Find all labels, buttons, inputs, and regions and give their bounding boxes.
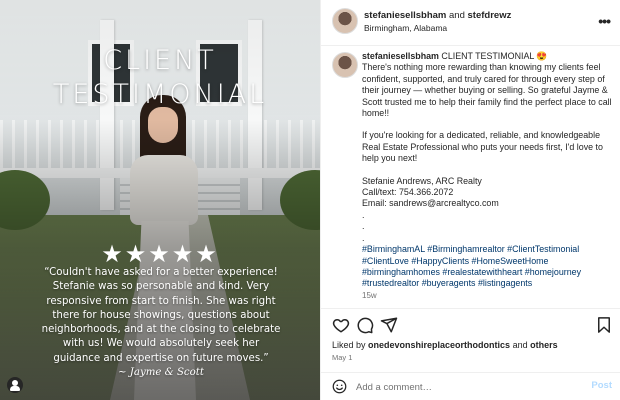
more-icon[interactable]: •••	[598, 13, 611, 29]
bookmark-icon[interactable]	[595, 316, 613, 334]
quote-signature: ~ Jayme & Scott	[118, 367, 204, 379]
image-title-line2: TESTIMONIAL	[52, 79, 268, 110]
likes-and: and	[510, 340, 531, 350]
rating-stars: ★★★★★	[101, 241, 219, 268]
comment-bar: Post	[321, 372, 620, 400]
liker-link[interactable]: onedevonshireplaceorthodontics	[368, 340, 510, 350]
emoji-icon[interactable]	[332, 379, 347, 394]
likes-prefix: Liked by	[332, 340, 369, 350]
quote-text: “Couldn't have asked for a better experi…	[41, 267, 281, 364]
image-title-line1: CLIENT	[103, 45, 217, 76]
share-icon[interactable]	[380, 316, 398, 334]
caption-dot: .	[362, 221, 365, 232]
post-panel: stefaniesellsbham and stefdrewz Birmingh…	[320, 0, 620, 400]
author-joiner: and	[446, 10, 468, 21]
avatar[interactable]	[332, 52, 358, 78]
caption-text: stefaniesellsbham CLIENT TESTIMONIAL 😍 T…	[362, 51, 614, 301]
caption-headline: CLIENT TESTIMONIAL 😍	[438, 51, 548, 61]
caption: stefaniesellsbham CLIENT TESTIMONIAL 😍 T…	[321, 46, 620, 308]
post-age: 15w	[362, 290, 377, 300]
post-header: stefaniesellsbham and stefdrewz Birmingh…	[321, 0, 620, 46]
caption-dot: .	[362, 232, 365, 243]
caption-paragraph: If you're looking for a dedicated, relia…	[362, 130, 603, 164]
post-date[interactable]: May 1	[332, 353, 352, 362]
heart-icon[interactable]	[332, 316, 350, 334]
comment-icon[interactable]	[356, 316, 374, 334]
contact-name: Stefanie Andrews, ARC Realty	[362, 175, 482, 186]
coauthor-link[interactable]: stefdrewz	[468, 10, 512, 21]
post-comment-button[interactable]: Post	[591, 380, 612, 391]
post-authors: stefaniesellsbham and stefdrewz	[364, 10, 511, 22]
testimonial-quote: “Couldn't have asked for a better experi…	[38, 266, 284, 380]
caption-author[interactable]: stefaniesellsbham	[362, 51, 439, 61]
location-link[interactable]: Birmingham, Alabama	[364, 23, 447, 33]
caption-paragraph: There's nothing more rewarding than know…	[362, 62, 612, 119]
hashtags[interactable]: #BirminghamAL #Birminghamrealtor #Client…	[362, 244, 614, 290]
contact-email: Email: sandrews@arcrealtyco.com	[362, 198, 499, 209]
likes-others-link[interactable]: others	[530, 340, 558, 350]
avatar[interactable]	[332, 8, 358, 34]
post-image[interactable]: CLIENT TESTIMONIAL ★★★★★ “Couldn't have …	[0, 0, 320, 400]
likes-summary: Liked by onedevonshireplaceorthodontics …	[332, 340, 558, 350]
action-bar	[321, 308, 620, 338]
caption-dot: .	[362, 209, 365, 220]
author-link[interactable]: stefaniesellsbham	[364, 10, 446, 21]
contact-phone: Call/text: 754.366.2072	[362, 187, 454, 198]
user-tag-icon[interactable]	[7, 377, 23, 393]
comment-input[interactable]	[356, 379, 576, 395]
